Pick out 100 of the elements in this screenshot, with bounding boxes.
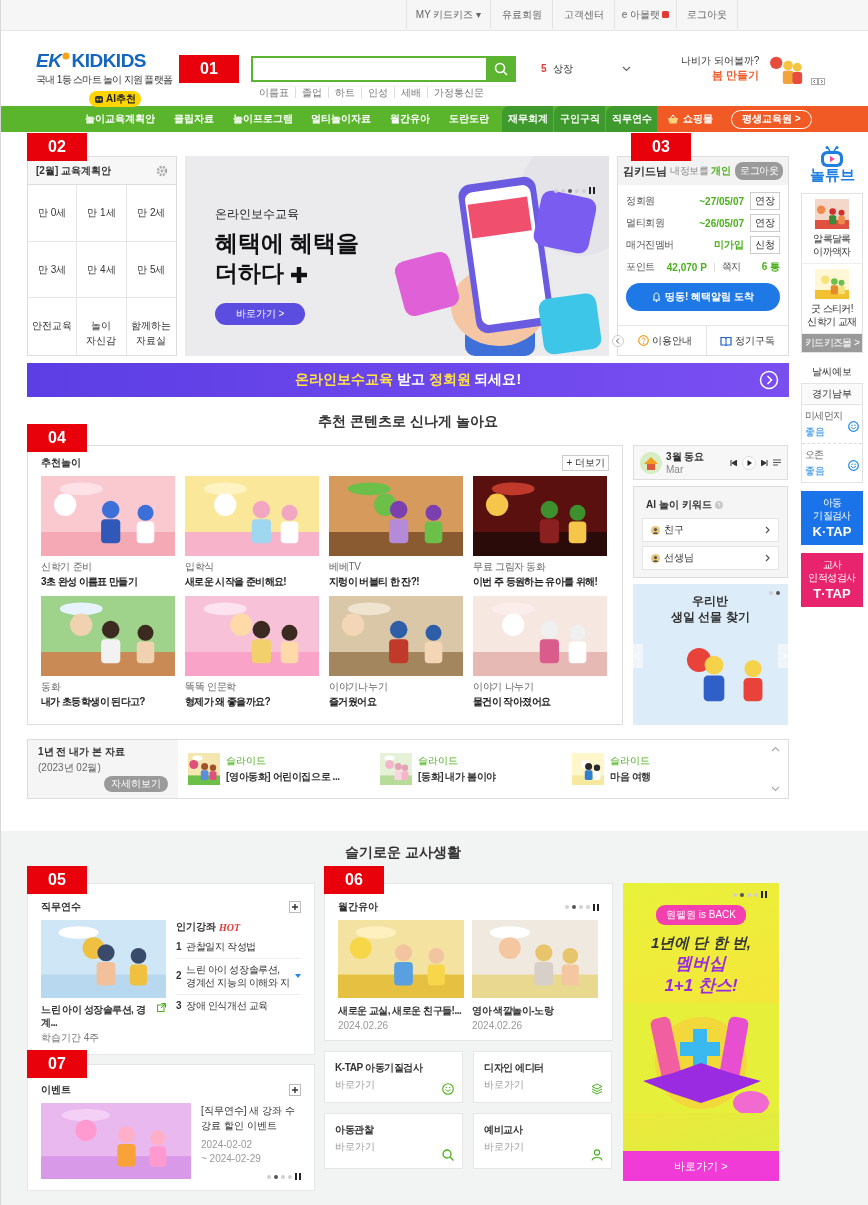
member-action-button[interactable]: 신청 [750,236,780,254]
member-action-button[interactable]: 연장 [750,192,780,210]
search-suggestion[interactable]: 이름표 [253,86,295,98]
alert-button[interactable]: 띵동! 혜택알림 도착 [626,283,780,311]
plus-icon[interactable] [289,901,301,913]
top-link[interactable]: 유료회원 [490,0,552,29]
pager-arrows-icon[interactable] [811,77,826,85]
top-link[interactable]: MY 키드키즈 ▾ [406,0,490,29]
subscribe-link[interactable]: 정기구독 [705,326,788,355]
carousel-dot[interactable] [572,905,576,909]
item-title[interactable]: [영아동화] 어린이집으로 ... [226,770,340,784]
carousel-dot[interactable] [281,1174,285,1179]
plan-link[interactable]: 안전교육 [28,298,78,355]
nav-tab[interactable]: 직무연수 [605,106,657,132]
banner-headline: 더하다 [215,258,284,288]
search-suggestion[interactable]: 하트 [328,86,361,98]
promo-banner[interactable]: 온라인보수교육 받고 정회원 되세요! [27,363,789,397]
carousel-dot[interactable] [776,591,780,595]
plan-link[interactable]: 만 0세 [28,185,78,242]
prev-circle-icon[interactable] [612,334,624,347]
panel-title: [2월] 교육계획안 [36,163,111,178]
more-button[interactable]: + 더보기 [562,455,609,471]
test-banner[interactable]: 아동 기질검사 K·TAP [801,491,863,545]
search-field[interactable] [251,55,516,82]
tv-icon[interactable] [819,146,845,168]
lecture-item[interactable]: 3 장애 인식개선 교육 [176,994,301,1016]
plan-link[interactable]: 만 2세 [126,185,176,242]
carousel-dot[interactable] [267,1174,271,1179]
item-title[interactable]: [동화] 내가 봄이야 [418,770,496,784]
plan-link[interactable]: 만 3세 [28,241,78,299]
search-button[interactable] [486,55,516,82]
product-link[interactable]: 굿 스티커! 신학기 교재 [802,302,862,328]
ad-badge: 원펠원 is BACK [656,905,746,925]
carousel-dot[interactable] [554,188,558,193]
carousel-dot[interactable] [747,892,751,897]
pause-icon[interactable] [295,1173,301,1180]
card-title[interactable]: 물건이 작아졌어요 [473,695,609,709]
quick-link[interactable]: 아동관찰 바로가기 [324,1113,463,1169]
next-icon[interactable] [761,459,768,466]
carousel-dot[interactable] [288,1174,292,1179]
play-icon[interactable] [742,455,756,470]
nav-tab[interactable]: 구인구직 [553,106,605,132]
top-link[interactable]: e 아몰랫 [614,0,676,29]
carousel-dot[interactable] [740,892,744,897]
top-link[interactable]: 고객센터 [552,0,614,29]
help-icon[interactable] [714,501,723,509]
card-title[interactable]: 내가 초등학생이 된다고? [41,695,177,709]
carousel-dot[interactable] [733,892,737,897]
lecture-item[interactable]: 1 관찰일지 작성법 [176,936,301,959]
pause-icon[interactable] [593,903,599,911]
card-title[interactable]: 새로운 시작을 준비해요! [185,575,321,589]
plan-link[interactable]: 만 5세 [126,241,176,299]
product-link[interactable]: 알록달록 이까액자 [802,232,862,258]
carousel-dot[interactable] [274,1174,278,1179]
quick-link[interactable]: 디자인 에디터 바로가기 [473,1051,612,1103]
card-title[interactable]: 이번 주 등원하는 유아를 위해! [473,575,609,589]
arrow-circle-icon[interactable] [759,370,779,390]
pause-icon[interactable] [589,187,595,194]
top-link[interactable]: 로그아웃 [676,0,738,29]
quick-link[interactable]: K-TAP 아동기질검사 바로가기 [324,1051,463,1103]
article-title[interactable]: 새로운 교실, 새로운 친구들!... [338,1004,464,1017]
playlist-icon[interactable] [773,459,781,466]
carousel-dot[interactable] [568,188,572,193]
search-suggestion[interactable]: 세배 [394,86,427,98]
search-suggestion[interactable]: 가정통신문 [427,86,490,98]
carousel-dot[interactable] [754,892,758,897]
pause-icon[interactable] [761,891,767,898]
carousel-dot[interactable] [579,905,583,909]
guide-link[interactable]: 이용안내 [624,333,706,348]
event-title[interactable]: [직무연수] 새 강좌 수강료 할인 이벤트 [201,1103,301,1133]
card-title[interactable]: 지렁이 버블티 한 잔?! [329,575,465,589]
banner-button[interactable]: 바로가기 > [215,302,305,325]
card-title[interactable]: 즐거웠어요 [329,695,465,709]
member-label: 매거진멤버 [626,238,675,252]
member-action-button[interactable]: 연장 [750,214,780,232]
rank-keyword[interactable]: 상장 [552,61,573,76]
chevron-down-icon[interactable] [622,65,631,72]
quick-link[interactable]: 예비교사 바로가기 [473,1113,612,1169]
carousel-dot[interactable] [586,905,590,909]
card-title[interactable]: 형제가 왜 좋을까요? [185,695,321,709]
keyword-item[interactable]: 선생님 [642,546,779,570]
carousel-dot[interactable] [565,905,569,909]
article-title[interactable]: 영아 색깔놀이-노랑 [472,1004,598,1017]
nav-tab[interactable]: 재무회계 [501,106,553,132]
test-banner[interactable]: 교사 인적성검사 T·TAP [801,553,863,607]
keyword-item[interactable]: 친구 [642,518,779,542]
search-suggestion[interactable]: 인성 [361,86,394,98]
plan-link[interactable]: 만 1세 [77,185,127,242]
plan-link[interactable]: 만 4세 [77,241,127,299]
plus-icon[interactable] [289,1084,301,1096]
previous-icon[interactable] [730,459,737,466]
chevron-up-icon[interactable] [771,746,780,752]
carousel-dot[interactable] [769,591,773,595]
search-suggestion[interactable]: 졸업 [295,86,328,98]
gear-icon[interactable] [156,164,168,177]
plan-link[interactable]: 함께하는 자료실 [126,298,176,355]
item-title[interactable]: 마음 여행 [610,770,651,784]
plan-link[interactable]: 놀이 자신감 [77,298,127,355]
course-title[interactable]: 느린 아이 성장솔루션, 경계... [41,1003,166,1029]
card-title[interactable]: 3초 완성 이름표 만들기 [41,575,177,589]
